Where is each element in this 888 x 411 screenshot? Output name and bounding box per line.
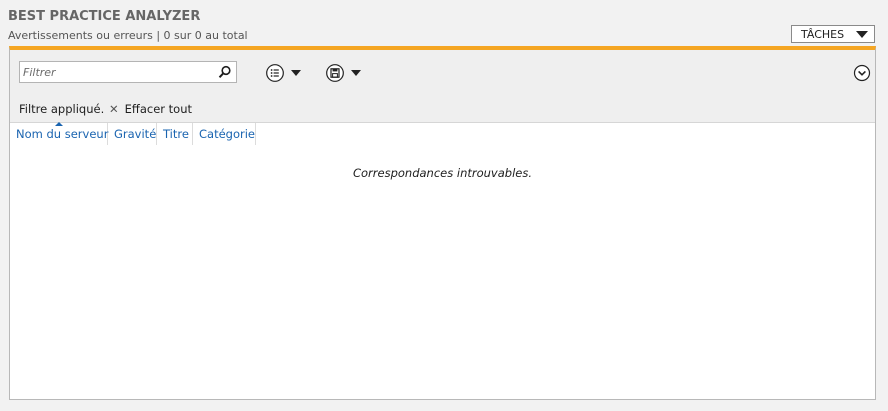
filter-toolbar: Filtre appliqué. ✕ Effacer tout	[10, 50, 875, 123]
page-title: BEST PRACTICE ANALYZER	[8, 9, 201, 24]
empty-results-message: Correspondances introuvables.	[352, 166, 532, 180]
filter-status-text: Filtre appliqué.	[19, 102, 105, 116]
save-options-button[interactable]	[325, 63, 367, 83]
column-header-title[interactable]: Titre	[157, 123, 193, 145]
chevron-down-icon	[291, 70, 301, 76]
list-options-icon	[266, 64, 284, 82]
filter-box	[19, 61, 237, 83]
clear-all-label: Effacer tout	[124, 102, 193, 116]
column-header-category[interactable]: Catégorie	[193, 123, 256, 145]
tile-header: BEST PRACTICE ANALYZER Avertissements ou…	[8, 9, 878, 45]
chevron-down-icon	[351, 70, 361, 76]
search-icon[interactable]	[218, 65, 232, 79]
tasks-button-label: TÂCHES	[801, 28, 845, 41]
result-summary: Avertissements ou erreurs | 0 sur 0 au t…	[8, 29, 248, 42]
column-header-label: Nom du serveur	[16, 127, 109, 141]
expand-icon[interactable]	[853, 64, 871, 82]
clear-all-button[interactable]: ✕ Effacer tout	[109, 102, 192, 116]
sort-ascending-icon	[55, 122, 63, 126]
column-header-server-name[interactable]: Nom du serveur	[10, 122, 109, 145]
bpa-tile: BEST PRACTICE ANALYZER Avertissements ou…	[0, 0, 888, 411]
tasks-dropdown-button[interactable]: TÂCHES	[791, 25, 875, 43]
filter-input[interactable]	[23, 63, 213, 81]
close-icon: ✕	[109, 102, 119, 116]
column-header-label: Catégorie	[199, 127, 255, 141]
results-panel: Filtre appliqué. ✕ Effacer tout Nom du se…	[9, 46, 876, 400]
list-options-button[interactable]	[265, 63, 307, 83]
column-header-row: Nom du serveur Gravité Titre Catégorie	[10, 122, 875, 145]
column-header-label: Titre	[163, 127, 189, 141]
save-icon	[326, 64, 344, 82]
chevron-down-icon	[856, 31, 868, 38]
column-header-label: Gravité	[114, 127, 157, 141]
column-header-severity[interactable]: Gravité	[108, 123, 157, 145]
